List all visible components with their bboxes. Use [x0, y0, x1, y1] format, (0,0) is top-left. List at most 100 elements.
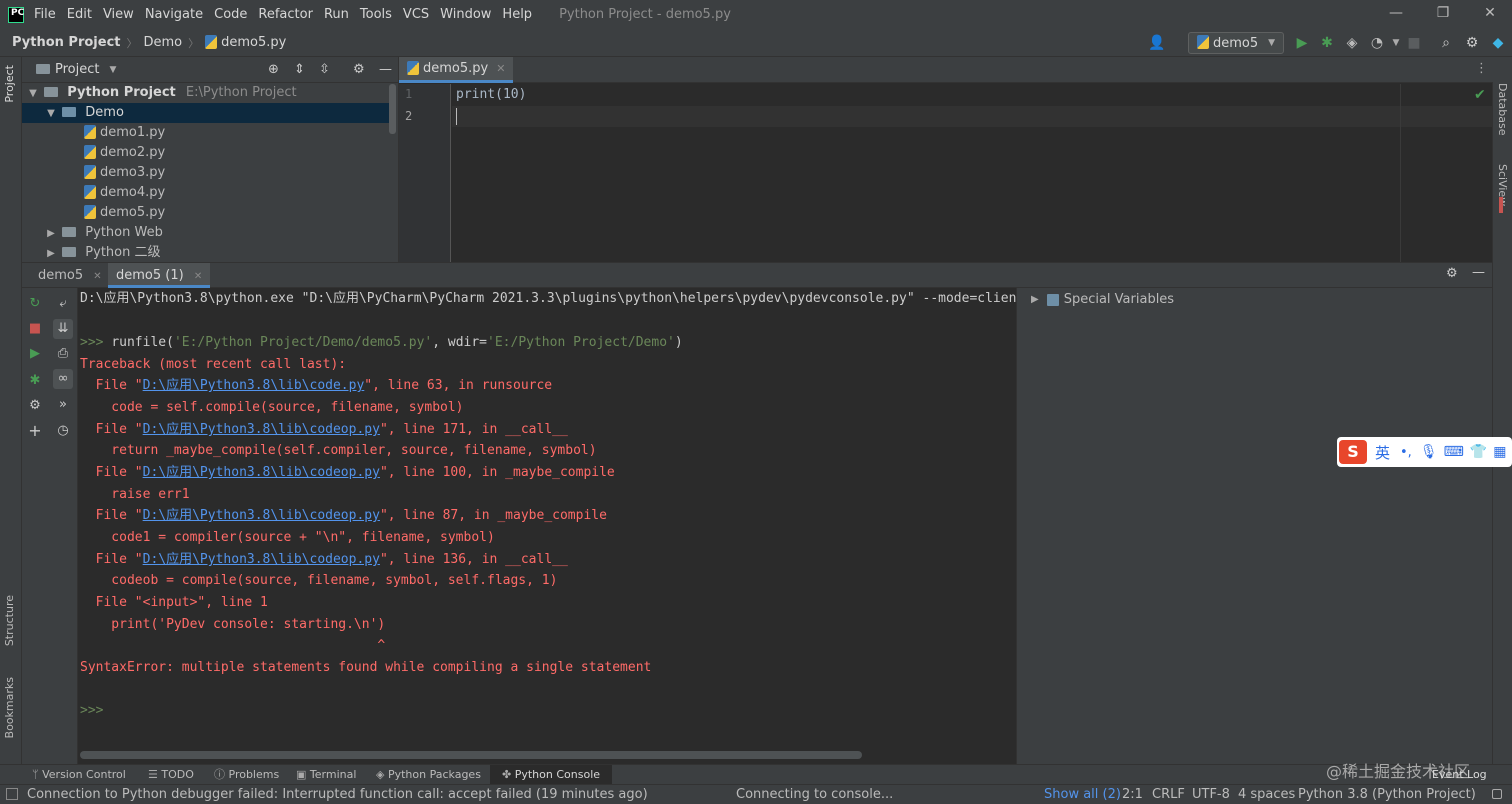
frame-file-link[interactable]: D:\应用\Python3.8\lib\codeop.py — [143, 465, 380, 480]
run-icon[interactable]: ▶ — [25, 344, 45, 364]
database-tool-tab[interactable]: Database — [1496, 83, 1509, 136]
menu-refactor[interactable]: Refactor — [258, 7, 313, 22]
chevron-down-icon[interactable]: ▼ — [109, 65, 116, 75]
user-icon[interactable]: 👤 — [1148, 34, 1166, 52]
more-icon[interactable]: ⋮ — [1475, 61, 1488, 76]
gear-icon[interactable]: ⚙ — [353, 62, 365, 77]
tree-item-file[interactable]: demo2.py — [22, 143, 390, 163]
execute-icon[interactable]: » — [53, 395, 73, 415]
console-horizontal-scrollbar[interactable] — [80, 751, 862, 759]
tree-item-folder[interactable]: ▶ Python Web — [22, 223, 390, 243]
keyboard-icon[interactable]: ⌨ — [1444, 444, 1464, 460]
memory-indicator-icon[interactable] — [1492, 789, 1502, 799]
project-scrollbar[interactable] — [389, 84, 396, 134]
hide-icon[interactable]: — — [379, 62, 392, 77]
project-panel-title[interactable]: Project — [55, 62, 99, 77]
menu-navigate[interactable]: Navigate — [145, 7, 203, 22]
tree-item-file[interactable]: demo3.py — [22, 163, 390, 183]
hide-icon[interactable]: — — [1472, 265, 1485, 280]
project-tool-tab[interactable]: Project — [3, 65, 16, 103]
expand-all-icon[interactable]: ⇕ — [294, 62, 305, 77]
tab-python-packages[interactable]: ◈ Python Packages — [376, 765, 481, 785]
menu-vcs[interactable]: VCS — [403, 7, 429, 22]
minimize-icon[interactable]: — — [1386, 5, 1406, 21]
gear-icon[interactable]: ⚙ — [25, 396, 45, 416]
inspection-ok-icon[interactable]: ✔ — [1474, 87, 1486, 103]
add-icon[interactable]: + — [25, 421, 45, 441]
rerun-icon[interactable]: ↻ — [25, 294, 45, 314]
frame-file-link[interactable]: D:\应用\Python3.8\lib\codeop.py — [143, 508, 380, 523]
tree-root[interactable]: ▼ Python Project E:\Python Project — [22, 83, 390, 103]
file-encoding[interactable]: UTF-8 — [1192, 787, 1230, 802]
tree-item-folder[interactable]: ▶ Python 二级 — [22, 243, 390, 263]
frame-file-link[interactable]: D:\应用\Python3.8\lib\codeop.py — [143, 422, 380, 437]
skin-icon[interactable]: 👕 — [1470, 444, 1487, 460]
microphone-icon[interactable]: 🎙 — [1420, 444, 1438, 460]
line-separator[interactable]: CRLF — [1152, 787, 1185, 802]
tree-item-file[interactable]: demo4.py — [22, 183, 390, 203]
special-variables-node[interactable]: ▶ Special Variables — [1031, 292, 1174, 307]
editor-tab-demo5[interactable]: demo5.py ✕ — [399, 57, 514, 83]
close-icon[interactable]: ✕ — [496, 62, 505, 75]
gear-icon[interactable]: ⚙ — [1463, 34, 1481, 52]
toolbox-icon[interactable]: ◆ — [1489, 34, 1507, 52]
tab-version-control[interactable]: ᛘ Version Control — [32, 765, 126, 785]
search-icon[interactable]: ⌕ — [1437, 34, 1455, 52]
stop-icon[interactable]: ■ — [1405, 34, 1423, 52]
close-icon[interactable]: ✕ — [93, 271, 101, 282]
menu-tools[interactable]: Tools — [360, 7, 392, 22]
tree-item-file[interactable]: demo1.py — [22, 123, 390, 143]
collapse-all-icon[interactable]: ⇳ — [319, 62, 330, 77]
close-icon[interactable]: ✕ — [194, 271, 202, 282]
run-tab-demo5-1[interactable]: demo5 (1) ✕ — [108, 263, 211, 288]
toggle-tool-windows-icon[interactable] — [6, 788, 18, 800]
interpreter[interactable]: Python 3.8 (Python Project) — [1298, 787, 1476, 802]
breadcrumb-folder[interactable]: Demo — [144, 35, 183, 50]
frame-file-link[interactable]: D:\应用\Python3.8\lib\codeop.py — [143, 552, 380, 567]
tab-problems[interactable]: ⓘ Problems — [214, 765, 279, 785]
event-log[interactable]: Event Log — [1432, 765, 1487, 785]
restore-icon[interactable]: ❐ — [1433, 5, 1453, 21]
profile-icon[interactable]: ◔ — [1368, 34, 1386, 52]
history-icon[interactable]: ◷ — [53, 421, 73, 441]
breadcrumb-file[interactable]: demo5.py — [221, 35, 286, 50]
debug-icon[interactable]: ✱ — [1318, 34, 1336, 52]
menu-file[interactable]: File — [34, 7, 56, 22]
stop-icon[interactable]: ■ — [25, 319, 45, 339]
tab-python-console[interactable]: ✤ Python Console — [490, 765, 613, 785]
print-icon[interactable]: ⎙ — [53, 344, 73, 364]
menu-view[interactable]: View — [103, 7, 134, 22]
tab-todo[interactable]: ☰ TODO — [148, 765, 194, 785]
chevron-down-icon[interactable]: ▼ — [1387, 34, 1405, 52]
menu-edit[interactable]: Edit — [67, 7, 92, 22]
tab-terminal[interactable]: ▣ Terminal — [296, 765, 356, 785]
run-icon[interactable]: ▶ — [1293, 34, 1311, 52]
locate-icon[interactable]: ⊕ — [268, 62, 279, 77]
coverage-icon[interactable]: ◈ — [1343, 34, 1361, 52]
soft-wrap-icon[interactable]: ⤶ — [53, 294, 73, 314]
indent-setting[interactable]: 4 spaces — [1238, 787, 1295, 802]
menu-window[interactable]: Window — [440, 7, 491, 22]
ime-toolbar[interactable]: S 英 •, 🎙 ⌨ 👕 ▦ — [1337, 437, 1512, 467]
status-message[interactable]: Connection to Python debugger failed: In… — [27, 787, 648, 802]
debug-icon[interactable]: ✱ — [25, 371, 45, 391]
ime-language-toggle[interactable]: 英 — [1375, 442, 1390, 463]
run-config-select[interactable]: demo5 ▼ — [1188, 32, 1284, 54]
structure-tool-tab[interactable]: Structure — [3, 595, 16, 646]
menu-help[interactable]: Help — [502, 7, 532, 22]
menu-grid-icon[interactable]: ▦ — [1493, 444, 1506, 460]
tree-item-demo[interactable]: ▼ Demo — [22, 103, 390, 123]
caret-position[interactable]: 2:1 — [1122, 787, 1143, 802]
code-line-1[interactable]: print(10) — [456, 87, 526, 102]
show-all-link[interactable]: Show all (2) — [1044, 787, 1121, 802]
menu-run[interactable]: Run — [324, 7, 349, 22]
scroll-to-end-icon[interactable]: ⇊ — [53, 319, 73, 339]
close-icon[interactable]: ✕ — [1480, 5, 1500, 21]
menu-code[interactable]: Code — [214, 7, 247, 22]
bookmarks-tool-tab[interactable]: Bookmarks — [3, 677, 16, 738]
show-variables-icon[interactable]: ∞ — [53, 369, 73, 389]
tree-item-file[interactable]: demo5.py — [22, 203, 390, 223]
frame-file-link[interactable]: D:\应用\Python3.8\lib\code.py — [143, 378, 365, 393]
ime-punctuation-toggle[interactable]: •, — [1400, 445, 1412, 460]
breadcrumb-project[interactable]: Python Project — [12, 35, 121, 50]
